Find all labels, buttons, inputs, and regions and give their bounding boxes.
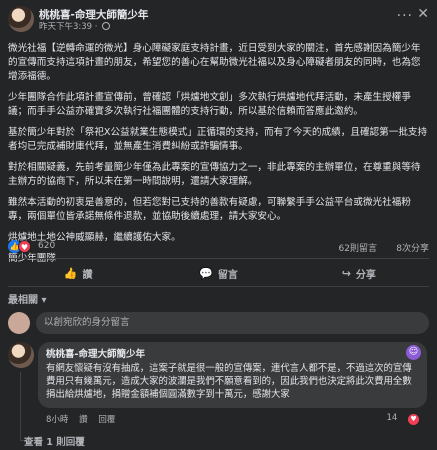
comment-text: 有網友懷疑有沒有抽成，這案子就是很一般的宣傳案，連代言人都不是，不過這次的宣傳費…: [46, 363, 412, 400]
like-icon: 👍: [63, 266, 78, 280]
view-replies-link[interactable]: 查看 1 則回覆: [24, 434, 85, 448]
comment-like-button[interactable]: 讚: [79, 415, 88, 425]
post-paragraph: 基於簡少年對於「祭祀X公益就業生態模式」正循環的支持，而有了今天的成績，且確認第…: [8, 127, 428, 152]
comment-like-count: 14: [386, 413, 398, 423]
comment-reply-button[interactable]: 回覆: [98, 415, 115, 425]
post-paragraph: 對於相關疑義，先前考量簡少年僅為此專案的宣傳協力之一，非此專案的主辦單位，在尊重…: [8, 162, 421, 187]
comment-label: 留言: [217, 269, 238, 281]
share-button[interactable]: ↪ 分享: [289, 262, 429, 284]
comment-count[interactable]: 62則留言: [339, 241, 377, 254]
share-label: 分享: [355, 269, 376, 281]
comment-reactions[interactable]: 14 ♥: [386, 413, 427, 425]
user-avatar: [8, 312, 30, 334]
reaction-count[interactable]: 620: [38, 241, 55, 251]
comment-footer: 8小時 讚 回覆 14 ♥: [46, 413, 427, 425]
post-body: 微光社福【逆轉命運的微光】身心障礙家庭支持計畫，近日受到大家的關注，首先感謝因為…: [8, 42, 430, 273]
post-time[interactable]: 昨天下午3:39: [39, 22, 92, 32]
divider: [8, 286, 429, 287]
post-meta: 昨天下午3:39 ·: [39, 20, 111, 32]
middot: ·: [94, 22, 101, 32]
post-actions: 👍 讚 💬 留言 ↪ 分享: [8, 262, 429, 284]
comment-input[interactable]: 以創宛欣的身分留言: [36, 312, 429, 334]
like-button[interactable]: 👍 讚: [8, 262, 148, 284]
divider: [8, 258, 429, 259]
close-button[interactable]: ✕: [417, 6, 429, 22]
comment-bubble: 桃桃喜-命理大師簡少年 有網友懷疑有沒有抽成，這案子就是很一般的宣傳案，連代言人…: [38, 342, 427, 408]
more-options-button[interactable]: ···: [397, 8, 413, 24]
love-icon: ♥: [408, 414, 419, 425]
globe-icon: [102, 22, 111, 30]
comment-author[interactable]: 桃桃喜-命理大師簡少年: [46, 346, 419, 360]
reaction-icons[interactable]: 👍 ♥: [8, 240, 31, 253]
share-count[interactable]: 8次分享: [396, 241, 429, 254]
comment-time[interactable]: 8小時: [46, 415, 68, 425]
comment-icon: 💬: [199, 266, 213, 280]
post-paragraph: 少年團隊合作此項計畫宣傳前，曾確認「烘爐地文創」多次執行烘爐地代拜活動，未產生授…: [8, 92, 411, 117]
commenter-avatar[interactable]: [8, 342, 34, 368]
comment-sort-dropdown[interactable]: 最相關 ▾: [8, 291, 47, 306]
post-paragraph: 雖然本活動的初衷是善意的，但若您對已支持的善款有疑慮，可聯繫手手公益平台或微光社…: [8, 197, 411, 222]
post-paragraph: 微光社福【逆轉命運的微光】身心障礙家庭支持計畫，近日受到大家的關注，首先感謝因為…: [8, 43, 421, 82]
post-header: 桃桃喜-命理大師簡少年 昨天下午3:39 · ··· ✕: [8, 6, 429, 32]
reply-thread-line: [20, 372, 21, 440]
reactions-bar: 👍 ♥ 620 62則留言 8次分享: [8, 240, 429, 254]
comment-composer: 以創宛欣的身分留言: [8, 312, 429, 334]
comment-button[interactable]: 💬 留言: [148, 262, 288, 284]
emoji-icon[interactable]: ☺: [406, 345, 421, 360]
like-label: 讚: [82, 269, 93, 281]
love-icon: ♥: [18, 240, 31, 253]
share-icon: ↪: [341, 266, 351, 280]
author-avatar[interactable]: [8, 6, 34, 32]
